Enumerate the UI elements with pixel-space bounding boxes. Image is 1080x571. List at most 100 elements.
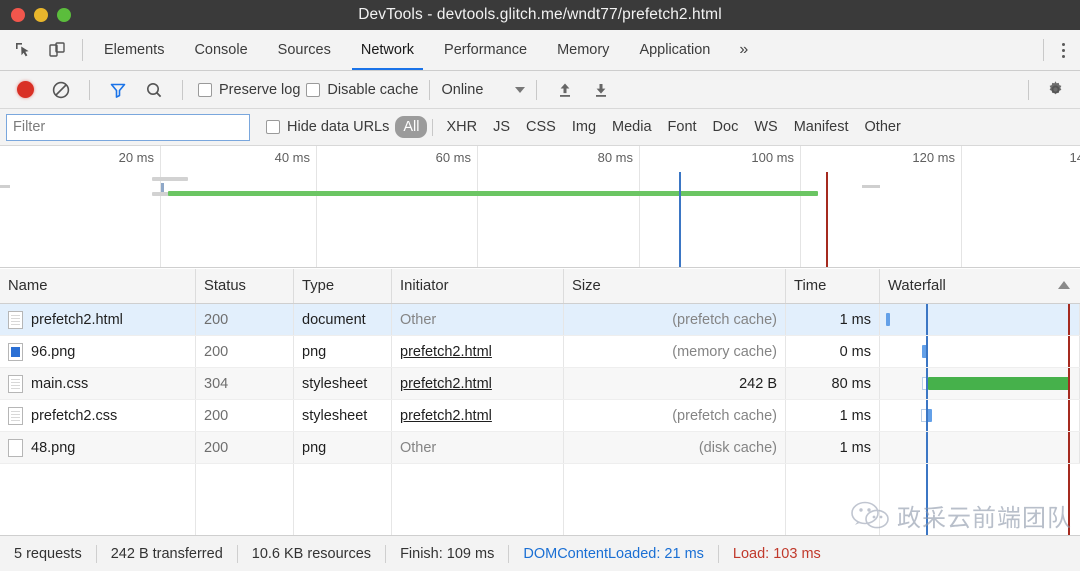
panel-tabs: Elements Console Sources Network Perform… [89, 30, 762, 70]
type-filter-other[interactable]: Other [857, 116, 909, 138]
timeline-ruler: 20 ms 40 ms 60 ms 80 ms 100 ms 120 ms 14 [0, 146, 1080, 267]
devtools-window: DevTools - devtools.glitch.me/wndt77/pre… [0, 0, 1080, 571]
network-overview-timeline[interactable]: 20 ms 40 ms 60 ms 80 ms 100 ms 120 ms 14 [0, 146, 1080, 268]
toolbar-divider-5 [1028, 79, 1029, 100]
cell-status: 200 [196, 304, 294, 335]
stylesheet-file-icon [8, 406, 23, 425]
tabbar-tool-icons [0, 30, 76, 70]
overview-request-tick [161, 183, 164, 192]
type-filter-img[interactable]: Img [564, 116, 604, 138]
throttling-select[interactable]: Online [441, 81, 526, 98]
clear-icon[interactable] [44, 75, 78, 105]
hide-data-urls-checkbox[interactable]: Hide data URLs [266, 119, 389, 135]
table-row[interactable]: main.css 304 stylesheet prefetch2.html 2… [0, 368, 1080, 400]
zoom-button[interactable] [57, 8, 71, 22]
tab-console[interactable]: Console [179, 30, 262, 70]
tab-sources[interactable]: Sources [263, 30, 346, 70]
type-filter-xhr[interactable]: XHR [438, 116, 485, 138]
cell-initiator[interactable]: prefetch2.html [392, 336, 564, 367]
import-har-icon[interactable] [548, 75, 582, 105]
sort-ascending-arrow-icon[interactable] [1058, 281, 1070, 289]
tab-memory[interactable]: Memory [542, 30, 624, 70]
type-filter-manifest[interactable]: Manifest [786, 116, 857, 138]
table-row[interactable]: prefetch2.html 200 document Other (prefe… [0, 304, 1080, 336]
column-header-waterfall[interactable]: Waterfall [880, 269, 1080, 303]
column-header-initiator[interactable]: Initiator [392, 269, 564, 303]
column-label: Initiator [400, 278, 449, 294]
inspect-element-icon[interactable] [10, 37, 36, 63]
preserve-log-label: Preserve log [219, 81, 301, 98]
filter-input[interactable] [6, 113, 250, 141]
column-label: Waterfall [888, 278, 946, 294]
tab-performance[interactable]: Performance [429, 30, 542, 70]
cell-name[interactable]: prefetch2.css [0, 400, 196, 431]
close-button[interactable] [11, 8, 25, 22]
image-file-icon [8, 438, 23, 457]
preserve-log-box[interactable] [198, 82, 212, 97]
record-stop-icon[interactable] [8, 75, 42, 105]
cell-name[interactable]: prefetch2.html [0, 304, 196, 335]
gear-settings-icon[interactable] [1038, 75, 1072, 105]
column-header-name[interactable]: Name [0, 269, 196, 303]
cell-name[interactable]: 48.png [0, 432, 196, 463]
preserve-log-checkbox[interactable]: Preserve log [198, 82, 300, 98]
disable-cache-checkbox[interactable]: Disable cache [306, 82, 418, 98]
tab-elements[interactable]: Elements [89, 30, 179, 70]
more-options-kebab-icon[interactable] [1046, 42, 1080, 58]
cell-size: (prefetch cache) [564, 304, 786, 335]
cell-name[interactable]: 96.png [0, 336, 196, 367]
cell-time: 0 ms [786, 336, 880, 367]
disable-cache-label: Disable cache [327, 81, 419, 98]
overview-load-marker [826, 172, 828, 267]
network-toolbar: Preserve log Disable cache Online [0, 71, 1080, 109]
throttling-value: Online [441, 81, 484, 98]
cell-initiator[interactable]: prefetch2.html [392, 400, 564, 431]
toolbar-divider-1 [89, 79, 90, 100]
cell-time: 1 ms [786, 304, 880, 335]
tab-application[interactable]: Application [624, 30, 725, 70]
table-row[interactable]: prefetch2.css 200 stylesheet prefetch2.h… [0, 400, 1080, 432]
toolbar-divider-4 [536, 79, 538, 100]
minimize-button[interactable] [34, 8, 48, 22]
more-tabs-chevron-icon[interactable]: » [725, 30, 762, 70]
column-header-type[interactable]: Type [294, 269, 392, 303]
overview-dash-left [0, 185, 10, 188]
type-filter-css[interactable]: CSS [518, 116, 564, 138]
table-row[interactable]: 48.png 200 png Other (disk cache) 1 ms [0, 432, 1080, 464]
column-header-size[interactable]: Size [564, 269, 786, 303]
funnel-filter-icon[interactable] [101, 75, 135, 105]
chevron-down-icon[interactable] [515, 86, 526, 93]
cell-initiator[interactable]: prefetch2.html [392, 368, 564, 399]
timeline-tick-label: 40 ms [274, 150, 310, 165]
cell-waterfall [880, 336, 1080, 367]
type-filter-media[interactable]: Media [604, 116, 660, 138]
cell-name[interactable]: main.css [0, 368, 196, 399]
disable-cache-box[interactable] [306, 82, 321, 97]
tabbar-right-divider [1043, 39, 1044, 61]
tab-label: Elements [104, 42, 165, 58]
request-name: prefetch2.html [31, 311, 123, 328]
table-header-row: Name Status Type Initiator Size Time Wat… [0, 269, 1080, 304]
search-icon[interactable] [137, 75, 171, 105]
table-row[interactable]: 96.png 200 png prefetch2.html (memory ca… [0, 336, 1080, 368]
type-filter-doc[interactable]: Doc [705, 116, 747, 138]
waterfall-dcl-marker [926, 464, 928, 535]
column-header-time[interactable]: Time [786, 269, 880, 303]
column-header-status[interactable]: Status [196, 269, 294, 303]
device-toolbar-icon[interactable] [44, 37, 70, 63]
type-filter-js[interactable]: JS [485, 116, 518, 138]
hide-data-urls-label: Hide data URLs [287, 119, 390, 135]
tab-network[interactable]: Network [346, 30, 429, 70]
network-filter-bar: Hide data URLs All XHR JS CSS Img Media … [0, 109, 1080, 146]
status-dom-content-loaded: DOMContentLoaded: 21 ms [523, 545, 704, 562]
type-filter-all[interactable]: All [395, 116, 428, 138]
request-name: prefetch2.css [31, 407, 118, 424]
type-filter-font[interactable]: Font [660, 116, 705, 138]
cell-time: 80 ms [786, 368, 880, 399]
toolbar-right-group [1019, 75, 1072, 105]
cell-time: 1 ms [786, 400, 880, 431]
hide-data-urls-box[interactable] [266, 120, 280, 134]
cell-type: document [294, 304, 392, 335]
export-har-icon[interactable] [584, 75, 618, 105]
type-filter-ws[interactable]: WS [746, 116, 785, 138]
